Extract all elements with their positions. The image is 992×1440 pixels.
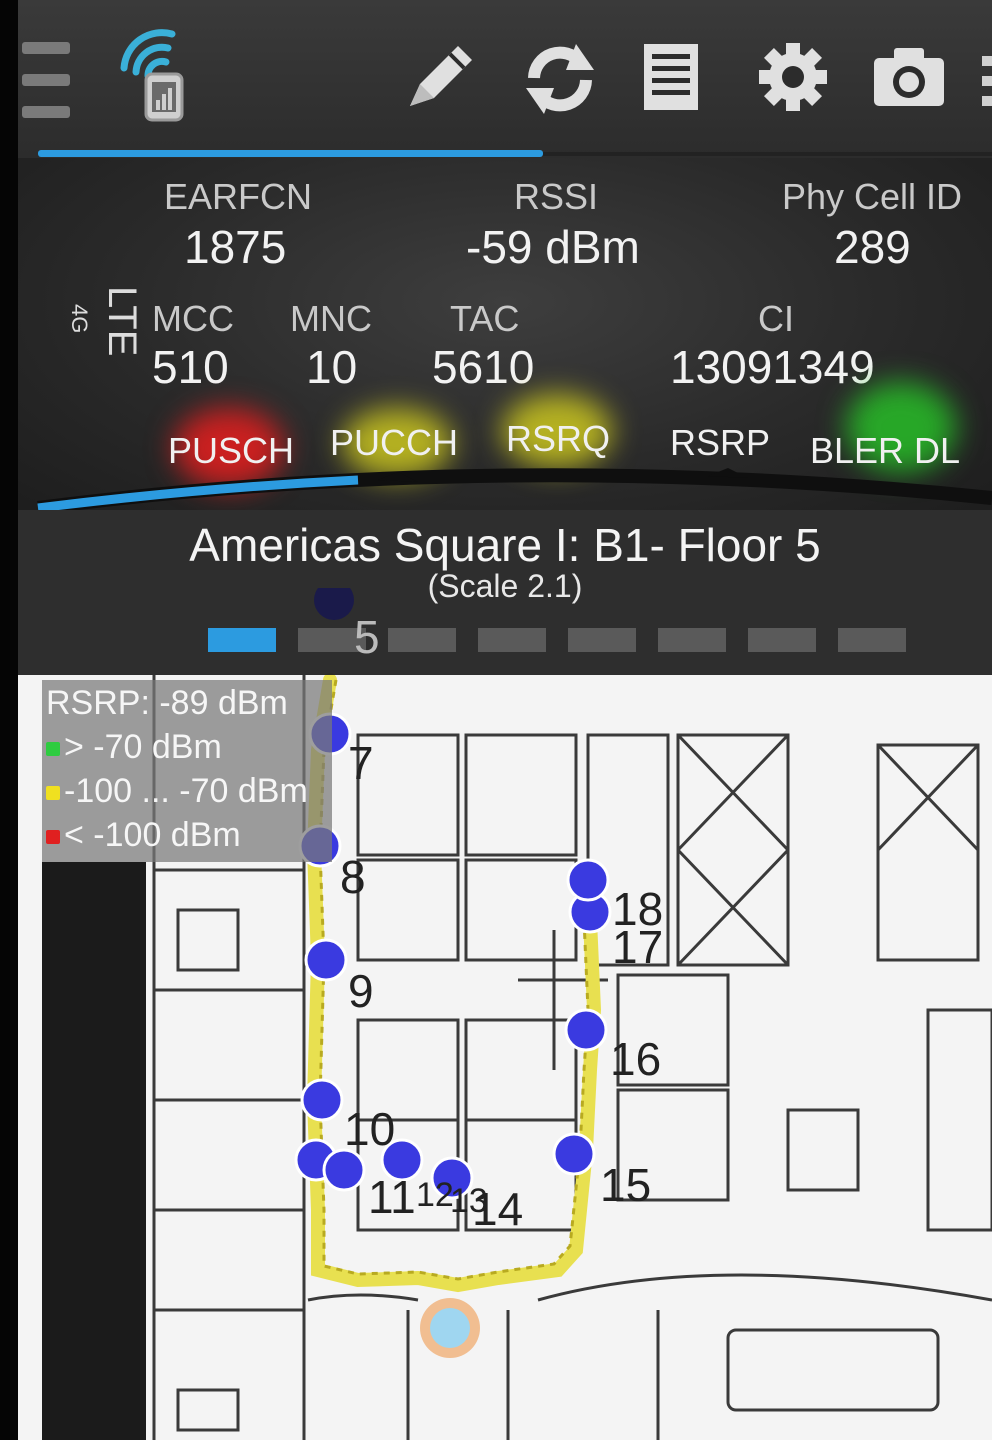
tab-track [543, 152, 992, 156]
rsrp-legend: RSRP: -89 dBm > -70 dBm -100 ... -70 dBm… [42, 680, 332, 862]
overflow-menu-icon[interactable] [978, 52, 992, 112]
rsrq-indicator[interactable]: RSRQ [506, 418, 610, 460]
app-screen: EARFCN 1875 RSSI -59 dBm Phy Cell ID 289… [0, 0, 992, 1440]
gear-icon[interactable] [756, 40, 830, 114]
lte-signal-app-icon[interactable] [116, 28, 196, 124]
rssi-label: RSSI [514, 176, 599, 217]
tac-value: 5610 [432, 341, 535, 393]
screen-edge [0, 0, 18, 1440]
indicator-arc [37, 468, 992, 515]
pci-value: 289 [834, 221, 911, 273]
earfcn-value: 1875 [184, 221, 287, 273]
point-label-11: 11 [368, 1171, 416, 1223]
floor-tabs[interactable] [18, 588, 992, 668]
earfcn-label: EARFCN [164, 176, 313, 217]
tech-label: LTE [100, 286, 144, 357]
pencil-icon[interactable] [398, 36, 478, 120]
refresh-icon[interactable] [518, 40, 602, 118]
legend-good: > -70 dBm [46, 728, 222, 767]
cell-info-panel: EARFCN 1875 RSSI -59 dBm Phy Cell ID 289… [18, 158, 992, 518]
toolbar [18, 0, 992, 158]
floor-header: Americas Square I: B1- Floor 5 (Scale 2.… [18, 510, 992, 675]
point-label-16: 16 [610, 1033, 662, 1085]
mcc-label: MCC [152, 298, 234, 339]
tech-small-label: 4G [67, 304, 92, 334]
legend-bad-swatch [46, 830, 60, 845]
pci-label: Phy Cell ID [782, 176, 963, 217]
point-label-15: 15 [600, 1159, 652, 1211]
point-label-12: 12 [416, 1176, 454, 1214]
menu-icon[interactable] [22, 40, 72, 120]
mcc-value: 510 [152, 341, 229, 393]
legend-good-swatch [46, 742, 60, 757]
point-label-10: 10 [344, 1103, 396, 1155]
mnc-label: MNC [290, 298, 372, 339]
tac-label: TAC [450, 298, 520, 339]
point-label-14: 14 [472, 1183, 524, 1235]
floor-title: Americas Square I: B1- Floor 5 [189, 519, 821, 571]
legend-good-text: > -70 dBm [64, 728, 222, 766]
point-label-8: 8 [340, 851, 366, 903]
tab-indicator [38, 150, 543, 157]
rssi-value: -59 dBm [466, 221, 640, 273]
legend-bad: < -100 dBm [46, 816, 241, 855]
legend-mid: -100 ... -70 dBm [46, 772, 308, 811]
legend-mid-swatch [46, 786, 60, 801]
point-label-5: 5 [354, 611, 380, 663]
legend-bad-text: < -100 dBm [64, 816, 241, 854]
ci-label: CI [758, 298, 794, 339]
legend-title: RSRP: -89 dBm [46, 684, 288, 722]
floor-plan-map[interactable]: Americas Square I: B1- Floor 5 (Scale 2.… [18, 510, 992, 1440]
legend-mid-text: -100 ... -70 dBm [64, 772, 308, 810]
ci-value: 13091349 [670, 341, 875, 393]
point-label-9: 9 [348, 965, 374, 1017]
mnc-value: 10 [306, 341, 358, 393]
map-edge-shadow [42, 862, 146, 1440]
list-icon[interactable] [642, 42, 702, 114]
camera-icon[interactable] [872, 46, 946, 108]
point-label-7: 7 [348, 737, 374, 789]
point-label-18: 18 [612, 883, 664, 935]
